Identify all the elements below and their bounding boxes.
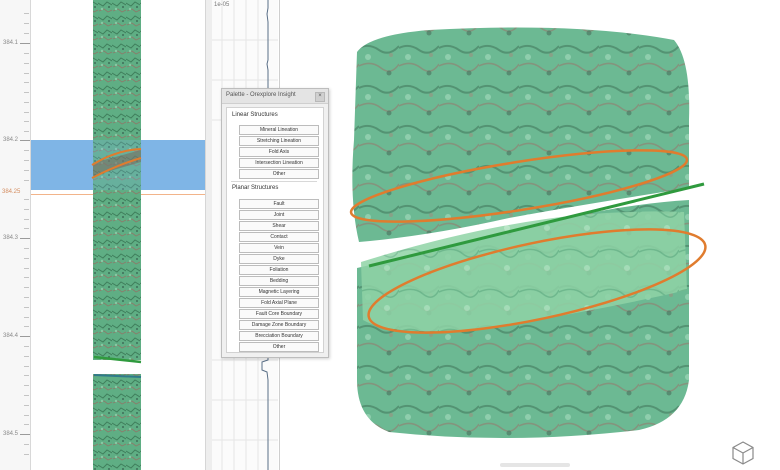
- linear-structures-heading: Linear Structures: [232, 112, 278, 118]
- palette-body: Linear Structures Mineral Lineation Stre…: [226, 107, 324, 353]
- brecciation-boundary-button[interactable]: Brecciation Boundary: [239, 331, 319, 341]
- 3d-core-render[interactable]: [279, 0, 780, 470]
- close-icon[interactable]: ×: [315, 92, 325, 102]
- intersection-lineation-button[interactable]: Intersection Lineation: [239, 158, 319, 168]
- fold-axis-button[interactable]: Fold Axis: [239, 147, 319, 157]
- contact-button[interactable]: Contact: [239, 232, 319, 242]
- dyke-button[interactable]: Dyke: [239, 254, 319, 264]
- linear-other-button[interactable]: Other: [239, 169, 319, 179]
- vein-button[interactable]: Vein: [239, 243, 319, 253]
- fault-core-boundary-button[interactable]: Fault Core Boundary: [239, 309, 319, 319]
- cube-icon[interactable]: [730, 440, 756, 466]
- section-divider: [231, 181, 317, 182]
- palette-title: Palette - Orexplore Insight: [226, 92, 296, 98]
- planar-other-button[interactable]: Other: [239, 342, 319, 352]
- magnetic-layering-button[interactable]: Magnetic Layering: [239, 287, 319, 297]
- log-scale-label: 1e-05: [214, 2, 230, 8]
- core-column-image[interactable]: [0, 0, 210, 470]
- bedding-button[interactable]: Bedding: [239, 276, 319, 286]
- fault-button[interactable]: Fault: [239, 199, 319, 209]
- viewport-scrollbar[interactable]: [500, 463, 570, 467]
- palette-title-bar[interactable]: Palette - Orexplore Insight ×: [222, 89, 328, 104]
- structure-palette-dialog[interactable]: Palette - Orexplore Insight × Linear Str…: [221, 88, 329, 358]
- damage-zone-boundary-button[interactable]: Damage Zone Boundary: [239, 320, 319, 330]
- joint-button[interactable]: Joint: [239, 210, 319, 220]
- foliation-button[interactable]: Foliation: [239, 265, 319, 275]
- shear-button[interactable]: Shear: [239, 221, 319, 231]
- stretching-lineation-button[interactable]: Stretching Lineation: [239, 136, 319, 146]
- planar-structures-heading: Planar Structures: [232, 185, 279, 191]
- mineral-lineation-button[interactable]: Mineral Lineation: [239, 125, 319, 135]
- fold-axial-plane-button[interactable]: Fold Axial Plane: [239, 298, 319, 308]
